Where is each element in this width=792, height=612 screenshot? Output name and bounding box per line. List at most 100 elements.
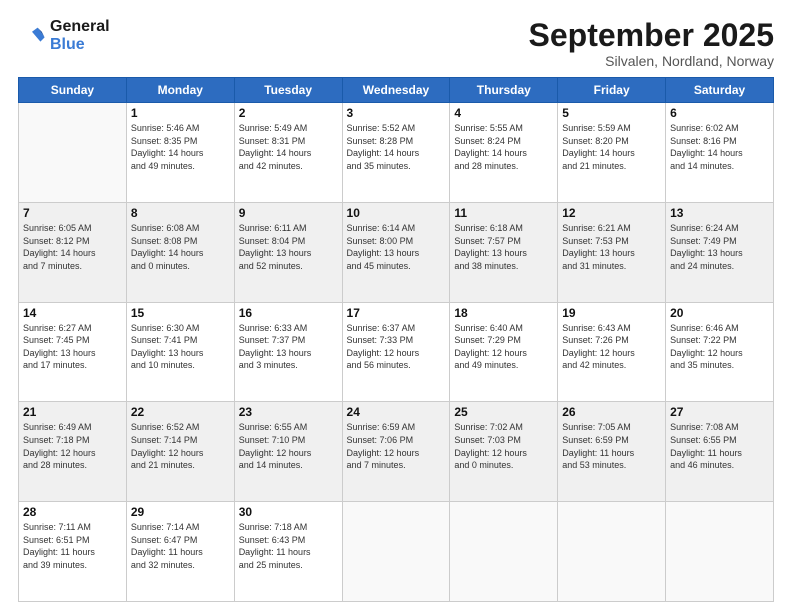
day-number: 7 (23, 206, 122, 220)
day-info: Sunrise: 7:05 AMSunset: 6:59 PMDaylight:… (562, 421, 661, 471)
logo: General Blue (18, 18, 110, 54)
day-info: Sunrise: 7:18 AMSunset: 6:43 PMDaylight:… (239, 521, 338, 571)
calendar-cell-4-3: 23 Sunrise: 6:55 AMSunset: 7:10 PMDayligh… (234, 402, 342, 502)
calendar-cell-4-6: 26 Sunrise: 7:05 AMSunset: 6:59 PMDayligh… (558, 402, 666, 502)
day-number: 14 (23, 306, 122, 320)
day-number: 12 (562, 206, 661, 220)
day-info: Sunrise: 6:18 AMSunset: 7:57 PMDaylight:… (454, 222, 553, 272)
calendar-cell-5-7 (666, 502, 774, 602)
logo-text: General Blue (50, 18, 110, 54)
calendar-cell-5-5 (450, 502, 558, 602)
calendar-cell-5-6 (558, 502, 666, 602)
day-info: Sunrise: 6:49 AMSunset: 7:18 PMDaylight:… (23, 421, 122, 471)
day-number: 18 (454, 306, 553, 320)
day-info: Sunrise: 7:14 AMSunset: 6:47 PMDaylight:… (131, 521, 230, 571)
calendar-cell-2-5: 11 Sunrise: 6:18 AMSunset: 7:57 PMDayligh… (450, 202, 558, 302)
day-number: 19 (562, 306, 661, 320)
day-number: 11 (454, 206, 553, 220)
day-number: 20 (670, 306, 769, 320)
day-number: 9 (239, 206, 338, 220)
calendar-cell-3-6: 19 Sunrise: 6:43 AMSunset: 7:26 PMDayligh… (558, 302, 666, 402)
day-number: 26 (562, 405, 661, 419)
day-info: Sunrise: 6:08 AMSunset: 8:08 PMDaylight:… (131, 222, 230, 272)
calendar-cell-4-5: 25Sunrise: 7:02 AMSunset: 7:03 PMDayligh… (450, 402, 558, 502)
calendar-cell-3-5: 18Sunrise: 6:40 AMSunset: 7:29 PMDayligh… (450, 302, 558, 402)
day-info: Sunrise: 6:55 AMSunset: 7:10 PMDaylight:… (239, 421, 338, 471)
day-number: 29 (131, 505, 230, 519)
calendar-dow-friday: Friday (558, 78, 666, 103)
calendar-cell-3-4: 17 Sunrise: 6:37 AMSunset: 7:33 PMDayligh… (342, 302, 450, 402)
day-info: Sunrise: 6:33 AMSunset: 7:37 PMDaylight:… (239, 322, 338, 372)
day-info: Sunrise: 6:14 AMSunset: 8:00 PMDaylight:… (347, 222, 446, 272)
calendar-dow-wednesday: Wednesday (342, 78, 450, 103)
calendar-header-row: SundayMondayTuesdayWednesdayThursdayFrid… (19, 78, 774, 103)
day-number: 23 (239, 405, 338, 419)
calendar-cell-3-3: 16Sunrise: 6:33 AMSunset: 7:37 PMDayligh… (234, 302, 342, 402)
calendar-dow-monday: Monday (126, 78, 234, 103)
title-block: September 2025 Silvalen, Nordland, Norwa… (529, 18, 774, 69)
calendar-cell-3-1: 14 Sunrise: 6:27 AMSunset: 7:45 PMDayligh… (19, 302, 127, 402)
day-number: 10 (347, 206, 446, 220)
calendar-cell-5-1: 28Sunrise: 7:11 AMSunset: 6:51 PMDayligh… (19, 502, 127, 602)
calendar-cell-2-1: 7 Sunrise: 6:05 AMSunset: 8:12 PMDaylight… (19, 202, 127, 302)
calendar-cell-1-5: 4 Sunrise: 5:55 AMSunset: 8:24 PMDaylight… (450, 103, 558, 203)
calendar-dow-tuesday: Tuesday (234, 78, 342, 103)
calendar-week-row-3: 14 Sunrise: 6:27 AMSunset: 7:45 PMDayligh… (19, 302, 774, 402)
calendar-week-row-4: 21 Sunrise: 6:49 AMSunset: 7:18 PMDayligh… (19, 402, 774, 502)
calendar-cell-2-6: 12Sunrise: 6:21 AMSunset: 7:53 PMDayligh… (558, 202, 666, 302)
calendar-cell-4-7: 27 Sunrise: 7:08 AMSunset: 6:55 PMDayligh… (666, 402, 774, 502)
calendar-week-row-2: 7 Sunrise: 6:05 AMSunset: 8:12 PMDaylight… (19, 202, 774, 302)
day-info: Sunrise: 5:59 AMSunset: 8:20 PMDaylight:… (562, 122, 661, 172)
day-info: Sunrise: 7:11 AMSunset: 6:51 PMDaylight:… (23, 521, 122, 571)
day-info: Sunrise: 6:11 AMSunset: 8:04 PMDaylight:… (239, 222, 338, 272)
calendar-dow-saturday: Saturday (666, 78, 774, 103)
calendar-cell-1-2: 1Sunrise: 5:46 AMSunset: 8:35 PMDaylight… (126, 103, 234, 203)
day-number: 3 (347, 106, 446, 120)
day-number: 27 (670, 405, 769, 419)
calendar-cell-4-4: 24Sunrise: 6:59 AMSunset: 7:06 PMDayligh… (342, 402, 450, 502)
calendar-table: SundayMondayTuesdayWednesdayThursdayFrid… (18, 77, 774, 602)
day-info: Sunrise: 6:02 AMSunset: 8:16 PMDaylight:… (670, 122, 769, 172)
calendar-week-row-5: 28Sunrise: 7:11 AMSunset: 6:51 PMDayligh… (19, 502, 774, 602)
day-number: 13 (670, 206, 769, 220)
day-info: Sunrise: 6:27 AMSunset: 7:45 PMDaylight:… (23, 322, 122, 372)
day-info: Sunrise: 6:05 AMSunset: 8:12 PMDaylight:… (23, 222, 122, 272)
calendar-cell-1-4: 3Sunrise: 5:52 AMSunset: 8:28 PMDaylight… (342, 103, 450, 203)
day-info: Sunrise: 7:08 AMSunset: 6:55 PMDaylight:… (670, 421, 769, 471)
calendar-cell-2-4: 10 Sunrise: 6:14 AMSunset: 8:00 PMDayligh… (342, 202, 450, 302)
day-number: 5 (562, 106, 661, 120)
day-number: 15 (131, 306, 230, 320)
day-info: Sunrise: 6:30 AMSunset: 7:41 PMDaylight:… (131, 322, 230, 372)
day-info: Sunrise: 5:46 AMSunset: 8:35 PMDaylight:… (131, 122, 230, 172)
calendar-cell-1-1 (19, 103, 127, 203)
calendar-cell-2-3: 9 Sunrise: 6:11 AMSunset: 8:04 PMDaylight… (234, 202, 342, 302)
page: General Blue September 2025 Silvalen, No… (0, 0, 792, 612)
day-number: 17 (347, 306, 446, 320)
day-info: Sunrise: 6:37 AMSunset: 7:33 PMDaylight:… (347, 322, 446, 372)
calendar-cell-5-2: 29 Sunrise: 7:14 AMSunset: 6:47 PMDayligh… (126, 502, 234, 602)
calendar-cell-2-2: 8 Sunrise: 6:08 AMSunset: 8:08 PMDaylight… (126, 202, 234, 302)
header: General Blue September 2025 Silvalen, No… (18, 18, 774, 69)
calendar-cell-3-7: 20Sunrise: 6:46 AMSunset: 7:22 PMDayligh… (666, 302, 774, 402)
calendar-cell-2-7: 13 Sunrise: 6:24 AMSunset: 7:49 PMDayligh… (666, 202, 774, 302)
day-number: 4 (454, 106, 553, 120)
calendar-cell-4-1: 21 Sunrise: 6:49 AMSunset: 7:18 PMDayligh… (19, 402, 127, 502)
calendar-dow-thursday: Thursday (450, 78, 558, 103)
calendar-cell-5-3: 30 Sunrise: 7:18 AMSunset: 6:43 PMDayligh… (234, 502, 342, 602)
calendar-cell-4-2: 22Sunrise: 6:52 AMSunset: 7:14 PMDayligh… (126, 402, 234, 502)
logo-icon (18, 22, 46, 50)
day-number: 22 (131, 405, 230, 419)
day-info: Sunrise: 6:24 AMSunset: 7:49 PMDaylight:… (670, 222, 769, 272)
day-number: 2 (239, 106, 338, 120)
day-info: Sunrise: 6:43 AMSunset: 7:26 PMDaylight:… (562, 322, 661, 372)
month-title: September 2025 (529, 18, 774, 53)
day-info: Sunrise: 5:55 AMSunset: 8:24 PMDaylight:… (454, 122, 553, 172)
day-info: Sunrise: 7:02 AMSunset: 7:03 PMDaylight:… (454, 421, 553, 471)
day-number: 24 (347, 405, 446, 419)
day-number: 21 (23, 405, 122, 419)
day-number: 30 (239, 505, 338, 519)
calendar-week-row-1: 1Sunrise: 5:46 AMSunset: 8:35 PMDaylight… (19, 103, 774, 203)
calendar-cell-3-2: 15 Sunrise: 6:30 AMSunset: 7:41 PMDayligh… (126, 302, 234, 402)
calendar-cell-1-3: 2Sunrise: 5:49 AMSunset: 8:31 PMDaylight… (234, 103, 342, 203)
day-number: 8 (131, 206, 230, 220)
